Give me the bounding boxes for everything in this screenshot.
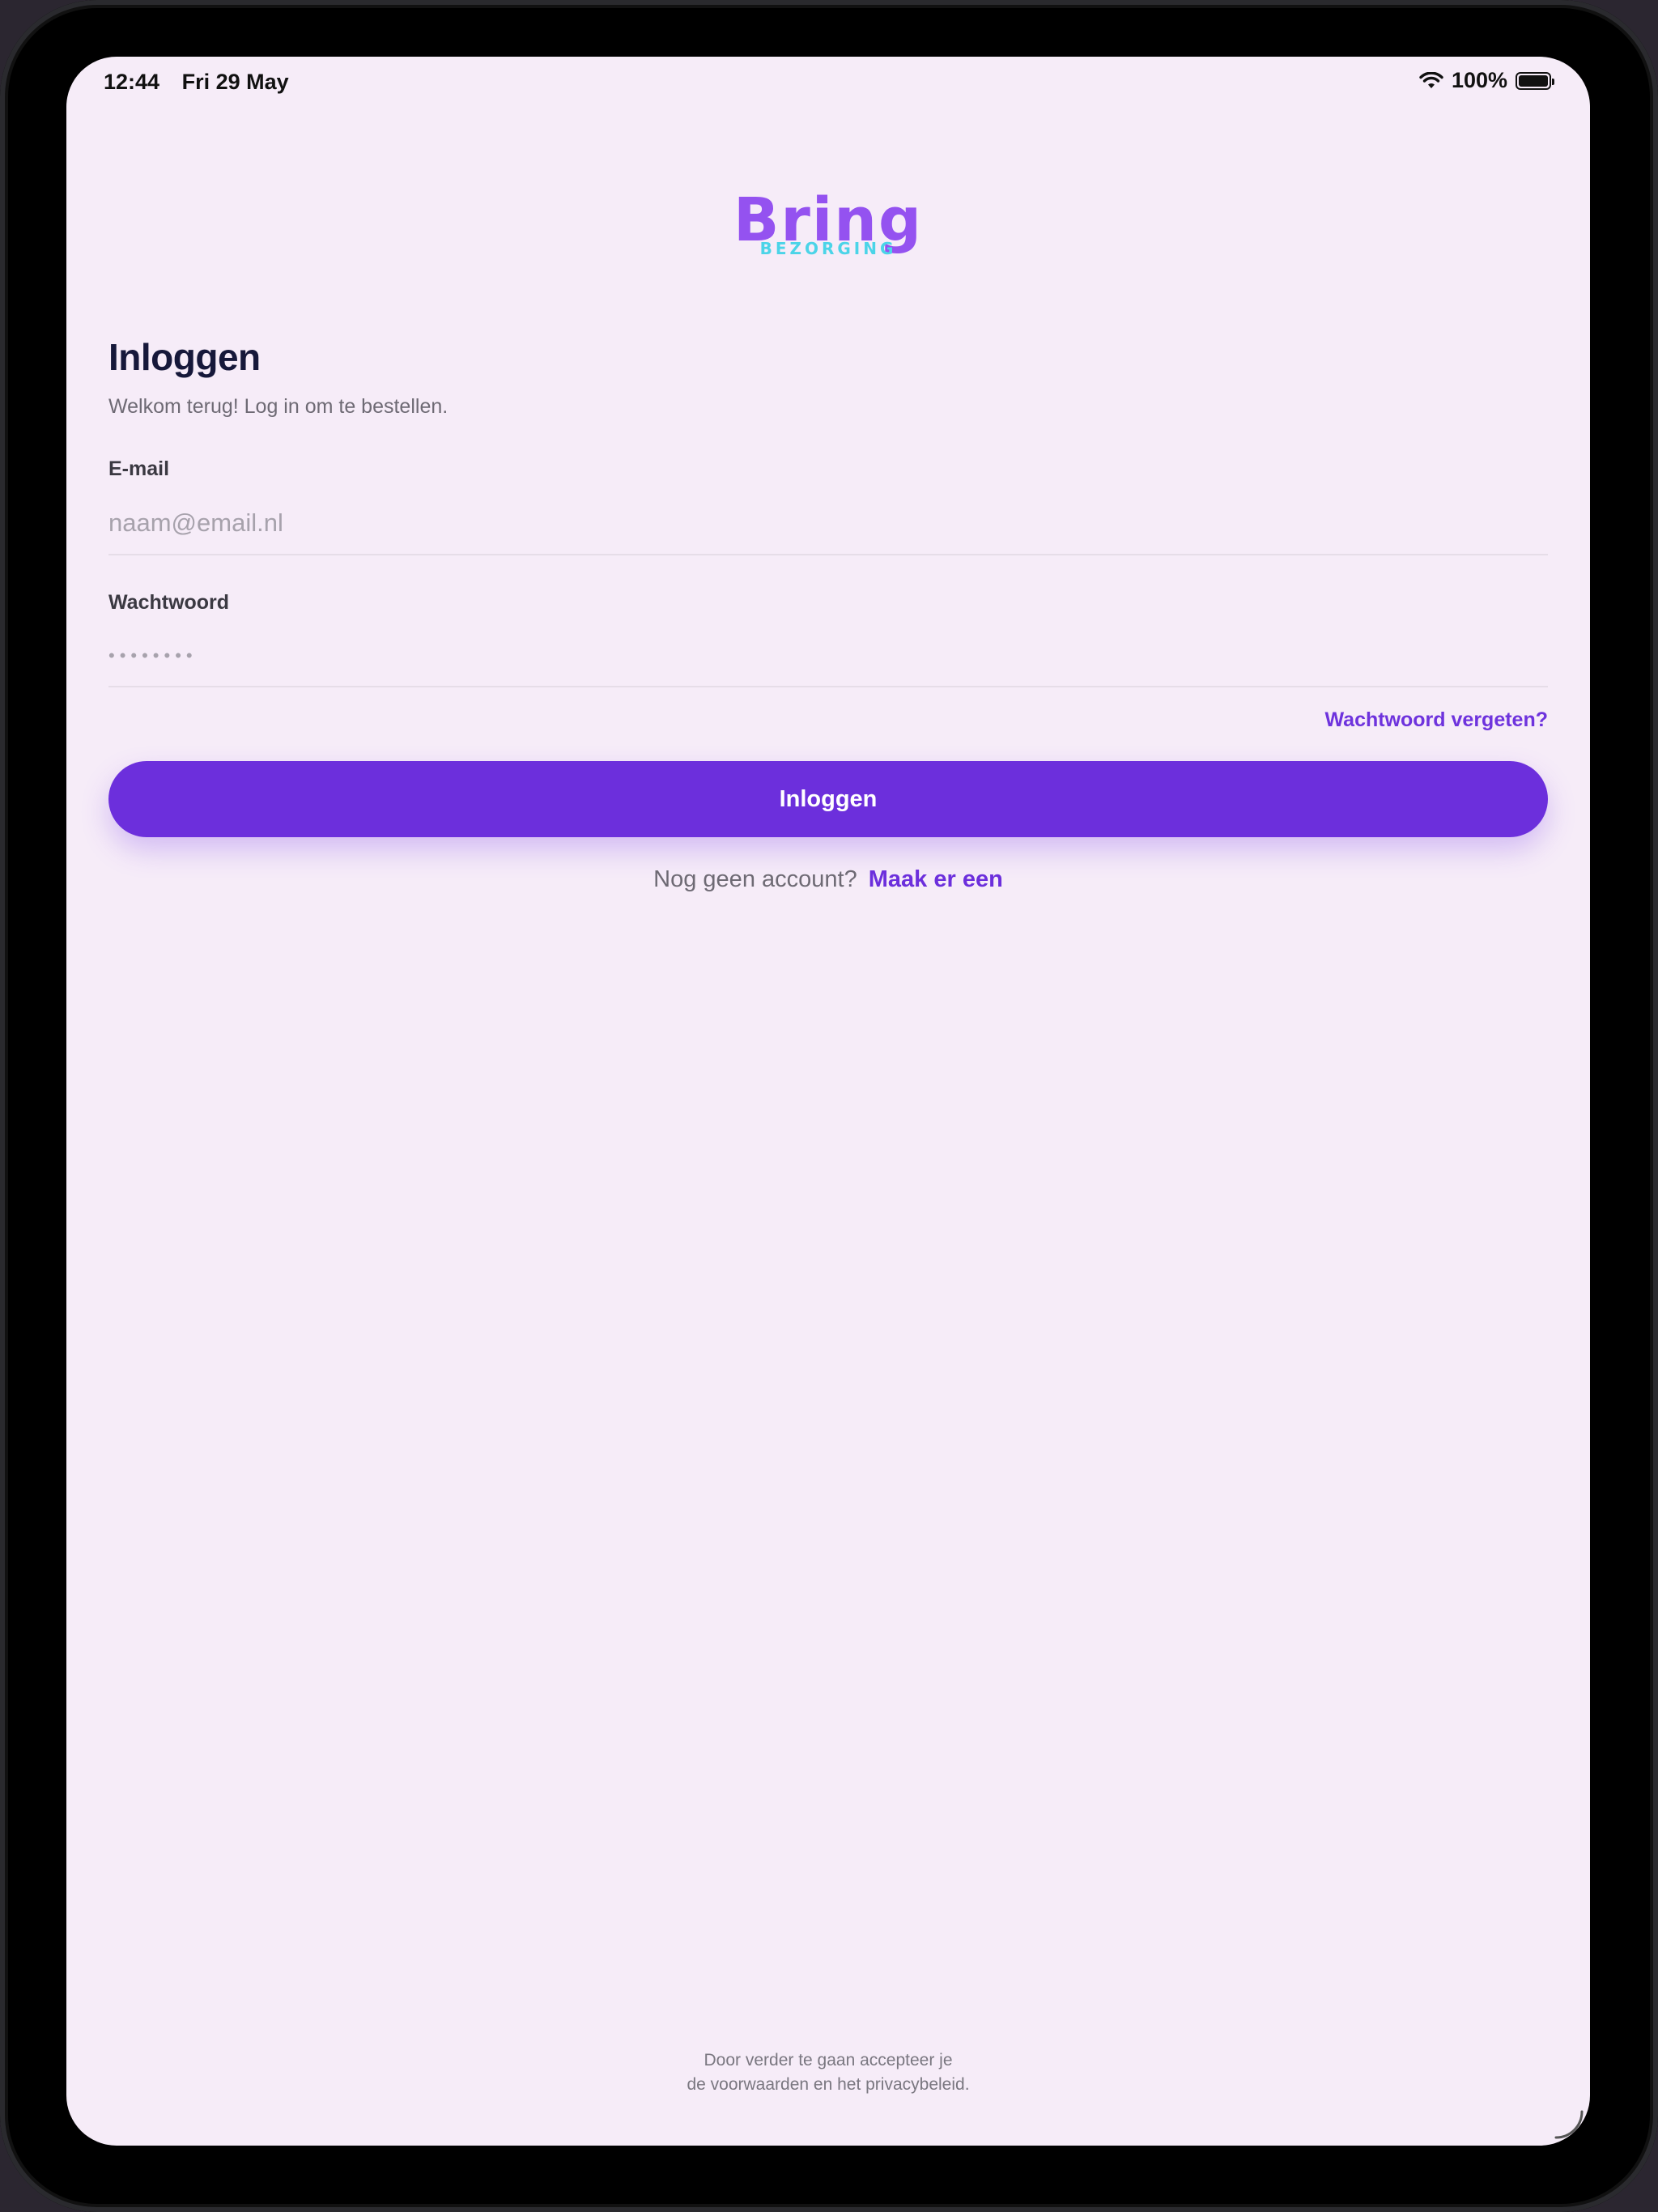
- email-label: E-mail: [108, 457, 170, 480]
- status-time-date: 12:44 Fri 29 May: [104, 70, 289, 95]
- battery-level: [1519, 74, 1548, 87]
- terms-notice: Door verder te gaan accepteer je de voor…: [66, 2048, 1590, 2097]
- signup-link[interactable]: Maak er een: [869, 866, 1003, 892]
- brand-logo: Bring BEZORGING: [66, 190, 1590, 258]
- resize-corner-icon: [1554, 2110, 1584, 2139]
- login-button[interactable]: Inloggen: [108, 761, 1548, 837]
- password-field-group: Wachtwoord ••••••••: [108, 591, 1548, 687]
- forgot-password-link[interactable]: Wachtwoord vergeten?: [1325, 708, 1549, 731]
- password-label: Wachtwoord: [108, 591, 230, 614]
- password-field[interactable]: ••••••••: [108, 624, 1548, 687]
- page-title: Inloggen: [108, 336, 261, 378]
- signup-prompt: Nog geen account?: [653, 866, 857, 892]
- forgot-password-row: Wachtwoord vergeten?: [108, 708, 1549, 732]
- signup-row: Nog geen account? Maak er een: [108, 866, 1548, 893]
- email-field-group: E-mail: [108, 457, 1548, 555]
- battery-icon: [1516, 71, 1554, 90]
- ipad-frame: 12:44 Fri 29 May 100% Bring BEZORGING In…: [0, 0, 1658, 2212]
- status-bar: 12:44 Fri 29 May 100%: [66, 57, 1590, 105]
- status-date: Fri 29 May: [181, 70, 289, 94]
- logo-tagline: BEZORGING: [759, 239, 897, 258]
- page-subtitle: Welkom terug! Log in om te bestellen.: [108, 395, 449, 418]
- battery-percent: 100%: [1451, 68, 1507, 92]
- terms-line-1: Door verder te gaan accepteer je: [704, 2051, 953, 2069]
- email-field[interactable]: [108, 491, 1548, 555]
- app-screen: 12:44 Fri 29 May 100% Bring BEZORGING In…: [66, 57, 1590, 2146]
- status-time: 12:44: [104, 70, 160, 94]
- login-form: Inloggen Welkom terug! Log in om te best…: [108, 332, 1548, 893]
- wifi-icon: [1419, 71, 1443, 88]
- terms-line-2: de voorwaarden en het privacybeleid.: [687, 2075, 970, 2094]
- status-indicators: 100%: [1419, 68, 1554, 93]
